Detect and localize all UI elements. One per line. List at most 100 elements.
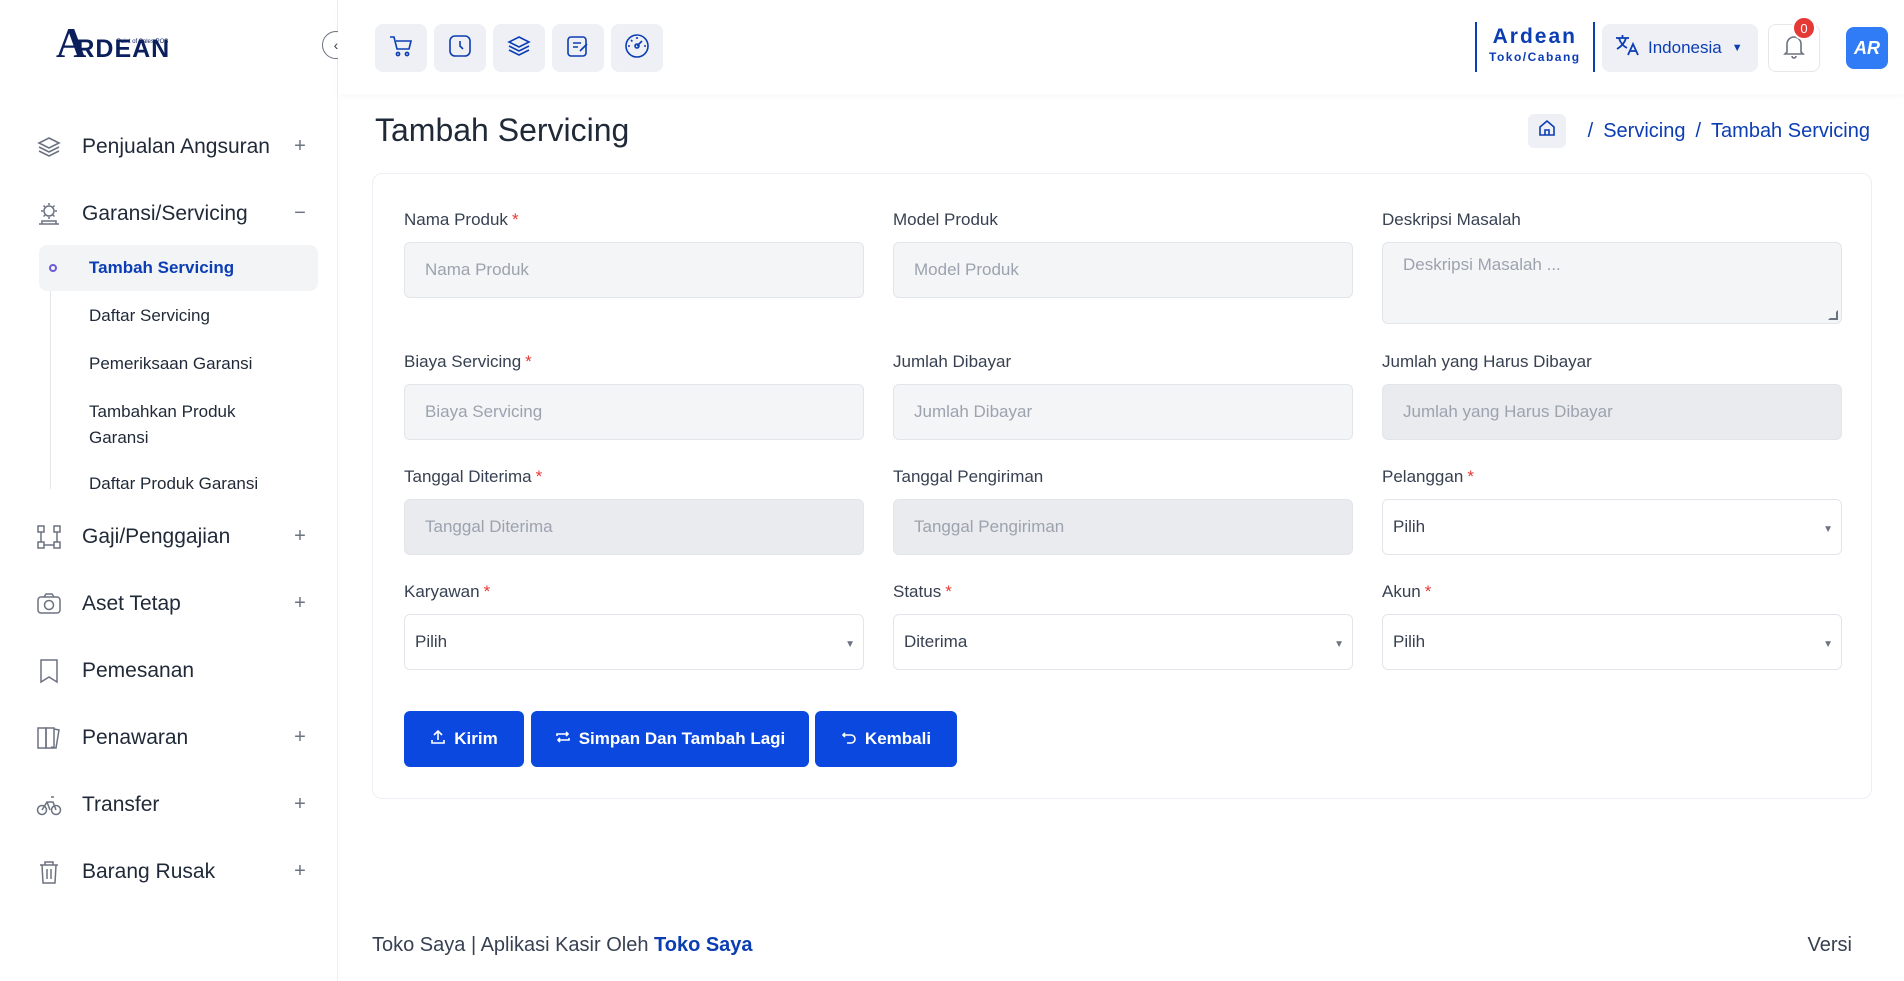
footer-version: Versi <box>1807 934 1852 956</box>
caret-down-icon: ▼ <box>1334 639 1344 650</box>
caret-down-icon: ▼ <box>845 639 855 650</box>
sidebar-item-transfer[interactable]: Transfer + <box>0 771 338 838</box>
stock-button[interactable] <box>493 24 545 72</box>
expand-icon[interactable]: + <box>290 726 310 749</box>
deskripsi-masalah-textarea[interactable]: Deskripsi Masalah ... <box>1382 242 1842 324</box>
sidebar-subitem-daftar-produk-garansi[interactable]: Daftar Produk Garansi <box>39 471 318 497</box>
expand-icon[interactable]: + <box>290 525 310 548</box>
nama-produk-input[interactable]: Nama Produk <box>404 242 864 298</box>
deskripsi-placeholder: Deskripsi Masalah ... <box>1403 255 1561 274</box>
sidebar-subitem-label: Daftar Produk Garansi <box>89 474 259 493</box>
sidebar-item-pemesanan[interactable]: Pemesanan <box>0 637 338 704</box>
jumlah-dibayar-input[interactable]: Jumlah Dibayar <box>893 384 1353 440</box>
servicing-form-card: Nama Produk * Nama Produk Model Produk Mo… <box>372 173 1872 799</box>
submit-button[interactable]: Kirim <box>404 711 524 767</box>
caret-down-icon: ▼ <box>1823 524 1833 535</box>
active-dot-icon <box>49 264 57 272</box>
sidebar-subitem-tambah-servicing[interactable]: Tambah Servicing <box>39 245 318 291</box>
model-produk-input[interactable]: Model Produk <box>893 242 1353 298</box>
bookmark-icon <box>36 658 62 684</box>
sidebar-item-label: Barang Rusak <box>82 859 216 883</box>
karyawan-label: Karyawan * <box>404 582 491 601</box>
sidebar-item-penawaran[interactable]: Penawaran + <box>0 704 338 771</box>
field-biaya-servicing: Biaya Servicing * Biaya Servicing <box>404 352 864 440</box>
karyawan-select[interactable]: Pilih ▼ <box>404 614 864 670</box>
footer-credit: Toko Saya | Aplikasi Kasir Oleh Toko Say… <box>372 934 753 957</box>
akun-label: Akun * <box>1382 582 1432 601</box>
expand-icon[interactable]: + <box>290 793 310 816</box>
layers-icon <box>36 134 62 160</box>
back-button[interactable]: Kembali <box>815 711 957 767</box>
clock-icon <box>448 34 472 63</box>
translate-icon <box>1614 33 1640 63</box>
layers-icon <box>507 35 531 62</box>
topbar: Ardean Toko/Cabang Indonesia ▼ 0 AR <box>338 0 1904 94</box>
undo-icon <box>841 729 857 750</box>
breadcrumb-current: Tambah Servicing <box>1711 119 1870 142</box>
upload-icon <box>430 729 446 750</box>
karyawan-value: Pilih <box>415 632 448 651</box>
field-tanggal-diterima: Tanggal Diterima * Tanggal Diterima <box>404 467 864 555</box>
language-dropdown[interactable]: Indonesia ▼ <box>1602 24 1758 72</box>
sidebar-subitem-label: Daftar Servicing <box>89 306 210 325</box>
breadcrumb-home[interactable] <box>1527 114 1566 148</box>
tanggal-pengiriman-input[interactable]: Tanggal Pengiriman <box>893 499 1353 555</box>
caret-down-icon: ▼ <box>1823 639 1833 650</box>
cart-icon <box>389 35 413 62</box>
logo-text: RDEAN Point of Sales POS <box>76 34 170 64</box>
save-and-add-button[interactable]: Simpan Dan Tambah Lagi <box>531 711 809 767</box>
sidebar-item-label: Transfer <box>82 792 160 816</box>
notification-count-badge: 0 <box>1792 16 1816 40</box>
footer-brand-link[interactable]: Toko Saya <box>654 934 753 956</box>
notes-button[interactable] <box>552 24 604 72</box>
sidebar-subitem-tambahkan-produk-garansi[interactable]: Tambahkan Produk Garansi <box>39 399 259 451</box>
field-pelanggan: Pelanggan * Pilih ▼ <box>1382 467 1842 555</box>
edit-icon <box>566 34 590 63</box>
sidebar-item-garansi-servicing[interactable]: Garansi/Servicing − <box>0 180 338 247</box>
jumlah-harus-dibayar-label: Jumlah yang Harus Dibayar <box>1382 352 1592 371</box>
sidebar-subitem-label: Tambahkan Produk Garansi <box>89 402 236 447</box>
sidebar-item-label: Penawaran <box>82 725 189 749</box>
store-name: Ardean <box>1492 25 1577 48</box>
resize-grip-icon[interactable] <box>1828 310 1838 320</box>
sidebar-item-gaji-penggajian[interactable]: Gaji/Penggajian + <box>0 503 338 570</box>
pos-cart-button[interactable] <box>375 24 427 72</box>
page-title: Tambah Servicing <box>375 112 630 148</box>
deskripsi-masalah-label: Deskripsi Masalah <box>1382 210 1521 229</box>
tanggal-diterima-label: Tanggal Diterima * <box>404 467 543 486</box>
app-logo[interactable]: A RDEAN Point of Sales POS <box>56 23 170 65</box>
history-button[interactable] <box>434 24 486 72</box>
breadcrumb-separator: / <box>1587 119 1594 142</box>
camera-icon <box>36 591 62 617</box>
model-produk-label: Model Produk <box>893 210 998 229</box>
field-jumlah-harus-dibayar: Jumlah yang Harus Dibayar Jumlah yang Ha… <box>1382 352 1842 440</box>
pelanggan-select[interactable]: Pilih ▼ <box>1382 499 1842 555</box>
repeat-icon <box>555 729 571 750</box>
sidebar-subitem-label: Tambah Servicing <box>89 258 235 277</box>
collapse-icon[interactable]: − <box>290 202 310 225</box>
breadcrumb-servicing[interactable]: Servicing <box>1603 120 1685 143</box>
biaya-servicing-input[interactable]: Biaya Servicing <box>404 384 864 440</box>
tanggal-diterima-input[interactable]: Tanggal Diterima <box>404 499 864 555</box>
nama-produk-label: Nama Produk * <box>404 210 519 229</box>
sidebar-item-aset-tetap[interactable]: Aset Tetap + <box>0 570 338 637</box>
app-root: A RDEAN Point of Sales POS Penjualan Ang… <box>0 0 1904 981</box>
akun-select[interactable]: Pilih ▼ <box>1382 614 1842 670</box>
dashboard-button[interactable] <box>611 24 663 72</box>
expand-icon[interactable]: + <box>290 592 310 615</box>
trash-icon <box>36 859 62 885</box>
expand-icon[interactable]: + <box>290 135 310 158</box>
field-model-produk: Model Produk Model Produk <box>893 210 1353 298</box>
field-karyawan: Karyawan * Pilih ▼ <box>404 582 864 670</box>
store-selector[interactable]: Ardean Toko/Cabang <box>1475 22 1595 72</box>
sidebar-subitem-daftar-servicing[interactable]: Daftar Servicing <box>39 303 318 329</box>
sidebar-item-barang-rusak[interactable]: Barang Rusak + <box>0 838 338 905</box>
sidebar-subitem-pemeriksaan-garansi[interactable]: Pemeriksaan Garansi <box>39 351 318 377</box>
pelanggan-value: Pilih <box>1393 517 1426 536</box>
expand-icon[interactable]: + <box>290 860 310 883</box>
sidebar-item-penjualan-angsuran[interactable]: Penjualan Angsuran + <box>0 113 338 180</box>
caret-down-icon: ▼ <box>1731 42 1743 54</box>
status-select[interactable]: Diterima ▼ <box>893 614 1353 670</box>
user-avatar[interactable]: AR <box>1846 27 1888 69</box>
submenu-garansi-servicing: Tambah Servicing Daftar Servicing Pemeri… <box>0 245 338 497</box>
